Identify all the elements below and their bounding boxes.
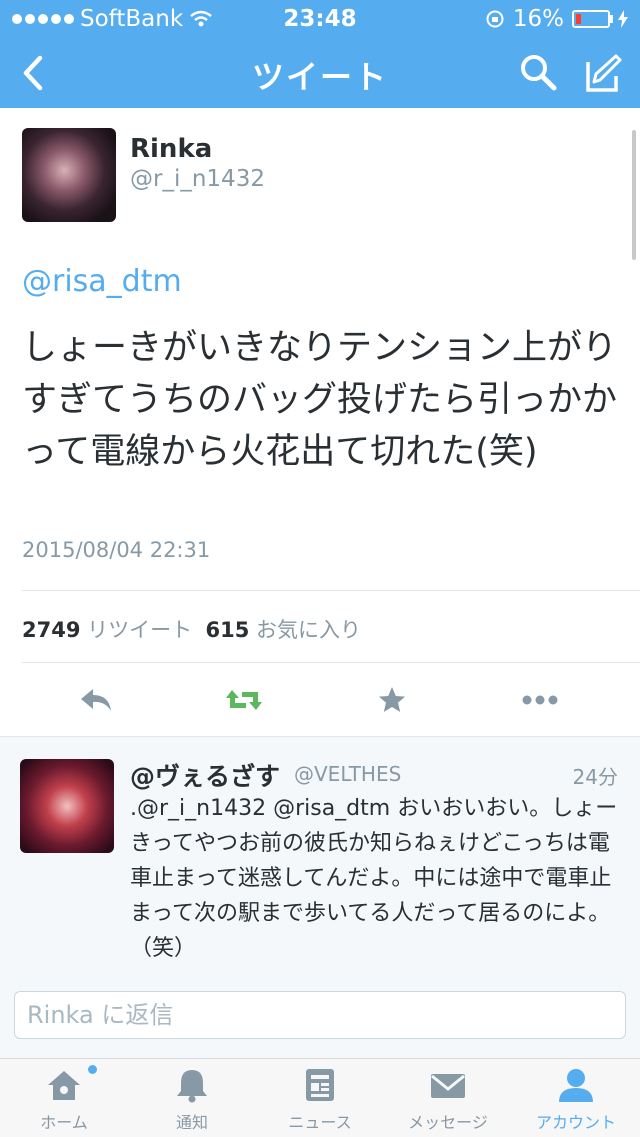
notification-dot xyxy=(88,1065,97,1074)
avatar[interactable] xyxy=(22,128,116,222)
mention-link[interactable]: @risa_dtm xyxy=(22,264,182,299)
reply-text: .@r_i_n1432 @risa_dtm おいおいおい。しょーきってやつお前の… xyxy=(130,796,618,961)
reply-bar xyxy=(0,975,640,1057)
news-icon xyxy=(306,1069,334,1101)
rotation-lock-icon xyxy=(486,10,504,28)
reply-user-name[interactable]: @ヴぇるざす xyxy=(130,757,280,793)
retweet-button[interactable] xyxy=(224,684,264,716)
charging-icon xyxy=(618,10,628,28)
compose-icon[interactable] xyxy=(582,52,624,94)
favorite-button[interactable] xyxy=(372,684,412,716)
user-name[interactable]: Rinka xyxy=(130,134,212,164)
retweet-count[interactable]: 2749 xyxy=(22,618,80,642)
favorite-count[interactable]: 615 xyxy=(206,618,250,642)
tab-messages[interactable]: メッセージ xyxy=(384,1059,512,1137)
tab-account[interactable]: アカウント xyxy=(512,1059,640,1137)
envelope-icon xyxy=(431,1074,465,1098)
tab-notifications[interactable]: 通知 xyxy=(128,1059,256,1137)
more-icon xyxy=(522,695,558,705)
user-handle[interactable]: @r_i_n1432 xyxy=(130,166,265,192)
divider xyxy=(22,662,640,663)
favorite-icon xyxy=(379,687,405,712)
retweet-icon xyxy=(226,690,262,710)
status-bar: SoftBank 23:48 16% xyxy=(0,0,640,40)
tab-label: 通知 xyxy=(175,1113,208,1132)
tweet-stats: 2749 リツイート 615 お気に入り xyxy=(22,614,361,644)
reply-icon xyxy=(81,689,111,711)
scrollbar[interactable] xyxy=(632,130,636,260)
more-button[interactable] xyxy=(520,684,560,716)
nav-bar: ツイート xyxy=(0,40,640,108)
tab-label: メッセージ xyxy=(408,1113,488,1132)
divider xyxy=(22,590,640,591)
tweet-actions xyxy=(0,668,640,728)
favorite-label[interactable]: お気に入り xyxy=(256,618,361,642)
bell-icon xyxy=(177,1070,207,1103)
battery-percent: 16% xyxy=(512,6,564,32)
tweet-timestamp: 2015/08/04 22:31 xyxy=(22,538,211,562)
reply-button[interactable] xyxy=(76,684,116,716)
retweet-label[interactable]: リツイート xyxy=(87,618,192,642)
search-icon[interactable] xyxy=(518,52,558,92)
tab-home[interactable]: ホーム xyxy=(0,1059,128,1137)
tab-label: アカウント xyxy=(535,1113,616,1132)
tab-label: ニュース xyxy=(288,1113,352,1132)
status-right: 16% xyxy=(485,6,628,32)
tweet-detail: Rinka @r_i_n1432 @risa_dtm しょーきがいきなりテンショ… xyxy=(0,108,640,737)
reply-user-handle[interactable]: @VELTHES xyxy=(294,762,401,786)
tab-label: ホーム xyxy=(40,1113,88,1132)
tab-news[interactable]: ニュース xyxy=(256,1059,384,1137)
reply-avatar[interactable] xyxy=(20,759,114,853)
reply-time: 24分 xyxy=(572,765,618,789)
tab-bar: ホーム 通知 ニュース メッセージ アカウント xyxy=(0,1058,640,1137)
reply-item[interactable]: @ヴぇるざす @VELTHES 24分 .@r_i_n1432 @risa_dt… xyxy=(0,737,640,975)
person-icon xyxy=(559,1069,593,1102)
reply-input[interactable] xyxy=(14,991,626,1039)
battery-icon xyxy=(572,10,613,28)
home-icon xyxy=(48,1071,80,1100)
tweet-text: しょーきがいきなりテンション上がりすぎてうちのバッグ投げたら引っかかって電線から… xyxy=(22,328,618,472)
